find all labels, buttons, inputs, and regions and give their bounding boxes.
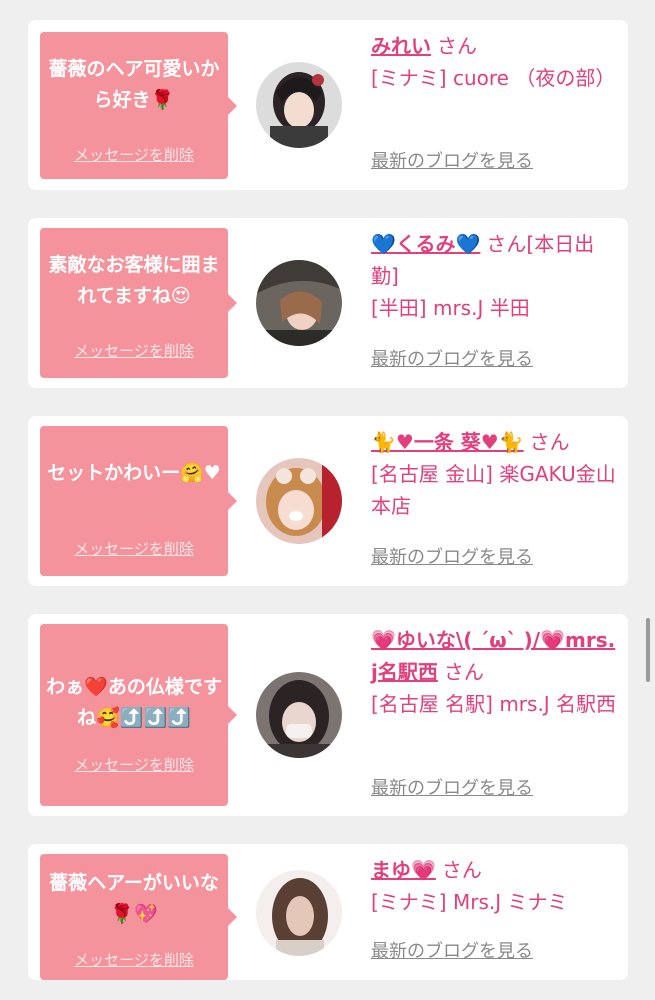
scrollbar[interactable]: [646, 618, 650, 682]
message-card: セットかわいー🤗♥ メッセージを削除 🐈♥一条 葵♥🐈 さん [名古屋 金山] 楽…: [28, 416, 628, 586]
message-card: わぁ❤️あの仏様ですね🥰⤴️⤴️⤴️ メッセージを削除 💗ゆいな\( ´ω` )…: [28, 614, 628, 816]
message-bubble: セットかわいー🤗♥ メッセージを削除: [40, 426, 237, 576]
message-card: 薔薇のヘア可愛いから好き🌹 メッセージを削除 みれい さん [ミナミ] cuore…: [28, 20, 628, 190]
latest-blog-link[interactable]: 最新のブログを見る: [371, 940, 533, 964]
message-card: 素敵なお客様に囲まれてますね😍 メッセージを削除 💙くるみ💙 さん[本日出勤] […: [28, 218, 628, 388]
user-name-link[interactable]: 💙くるみ💙: [371, 232, 480, 256]
honorific: さん: [437, 34, 477, 58]
delete-message-link[interactable]: メッセージを削除: [40, 341, 228, 361]
latest-blog-link[interactable]: 最新のブログを見る: [371, 546, 533, 570]
user-name-link[interactable]: 🐈♥一条 葵♥🐈: [371, 430, 524, 454]
shop-label: [ミナミ] cuore （夜の部）: [371, 66, 616, 90]
avatar[interactable]: [256, 672, 342, 758]
avatar[interactable]: [256, 62, 342, 148]
message-bubble: 薔薇のヘア可愛いから好き🌹 メッセージを削除: [40, 32, 237, 179]
avatar-image: [256, 260, 342, 346]
shop-label: [半田] mrs.J 半田: [371, 296, 530, 320]
user-info: 💙くるみ💙 さん[本日出勤] [半田] mrs.J 半田: [371, 228, 621, 324]
avatar-image: [256, 458, 342, 544]
shop-label: [名古屋 金山] 楽GAKU金山本店: [371, 462, 616, 518]
avatar-image: [256, 672, 342, 758]
message-list: 薔薇のヘア可愛いから好き🌹 メッセージを削除 みれい さん [ミナミ] cuore…: [0, 0, 655, 1000]
message-text: わぁ❤️あの仏様ですね🥰⤴️⤴️⤴️: [46, 676, 222, 729]
user-info: 💗ゆいな\( ´ω` )/💗mrs.j名駅西 さん [名古屋 名駅] mrs.J …: [371, 624, 621, 720]
delete-message-link[interactable]: メッセージを削除: [40, 755, 228, 775]
user-info: まゆ💗 さん [ミナミ] Mrs.J ミナミ: [371, 854, 621, 918]
delete-message-link[interactable]: メッセージを削除: [40, 539, 228, 559]
latest-blog-link[interactable]: 最新のブログを見る: [371, 348, 533, 372]
latest-blog-link[interactable]: 最新のブログを見る: [371, 777, 533, 801]
message-card: 薔薇ヘアーがいいな🌹💖 メッセージを削除 まゆ💗 さん [ミナミ] Mrs.J ミ…: [28, 844, 628, 980]
message-bubble: わぁ❤️あの仏様ですね🥰⤴️⤴️⤴️ メッセージを削除: [40, 624, 237, 806]
avatar[interactable]: [256, 458, 342, 544]
avatar-image: [256, 62, 342, 148]
delete-message-link[interactable]: メッセージを削除: [40, 145, 228, 165]
message-text: 薔薇のヘア可愛いから好き🌹: [48, 58, 220, 111]
avatar-image: [256, 870, 342, 956]
user-name-link[interactable]: 💗ゆいな\( ´ω` )/💗mrs.j名駅西: [371, 628, 615, 684]
message-text: セットかわいー🤗♥: [47, 462, 221, 484]
shop-label: [ミナミ] Mrs.J ミナミ: [371, 890, 568, 914]
shop-label: [名古屋 名駅] mrs.J 名駅西: [371, 692, 617, 716]
user-info: 🐈♥一条 葵♥🐈 さん [名古屋 金山] 楽GAKU金山本店: [371, 426, 621, 522]
avatar[interactable]: [256, 260, 342, 346]
message-bubble: 素敵なお客様に囲まれてますね😍 メッセージを削除: [40, 228, 237, 378]
message-text: 薔薇ヘアーがいいな🌹💖: [49, 872, 219, 925]
honorific: さん: [441, 858, 482, 882]
message-text: 素敵なお客様に囲まれてますね😍: [48, 254, 220, 307]
user-name-link[interactable]: まゆ💗: [371, 858, 436, 882]
delete-message-link[interactable]: メッセージを削除: [40, 950, 228, 970]
user-info: みれい さん [ミナミ] cuore （夜の部）: [371, 30, 621, 94]
user-name-link[interactable]: みれい: [371, 34, 431, 58]
message-bubble: 薔薇ヘアーがいいな🌹💖 メッセージを削除: [40, 854, 237, 980]
honorific: さん: [529, 430, 570, 454]
avatar[interactable]: [256, 870, 342, 956]
honorific: さん: [443, 660, 484, 684]
latest-blog-link[interactable]: 最新のブログを見る: [371, 150, 533, 174]
